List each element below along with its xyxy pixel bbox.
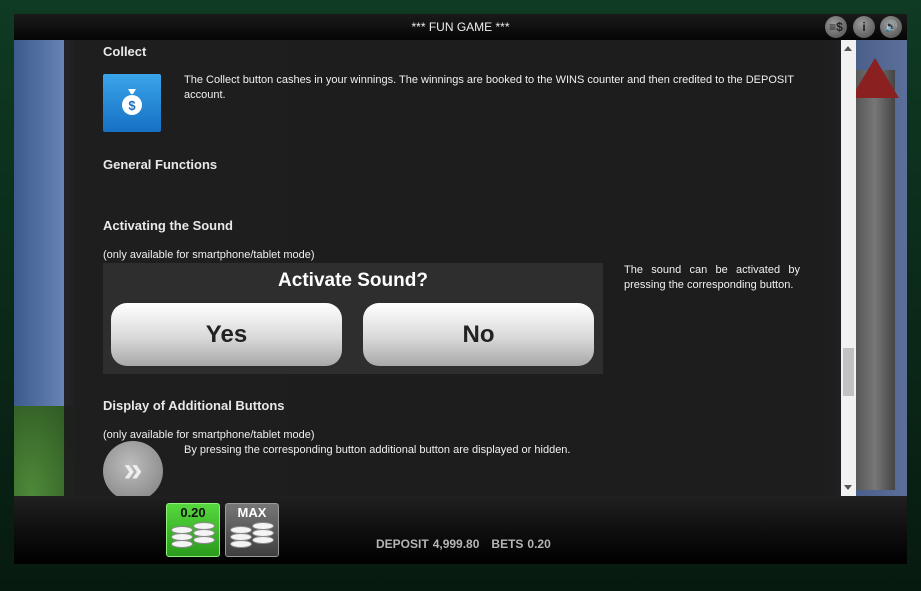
max-button-label: MAX	[237, 505, 267, 520]
additional-buttons-heading: Display of Additional Buttons	[103, 398, 285, 413]
sound-icon[interactable]: 🔊	[880, 16, 902, 38]
activate-sound-dialog: Activate Sound? Yes No	[103, 263, 603, 374]
help-scrollbar[interactable]	[841, 40, 856, 496]
svg-text:$: $	[128, 98, 136, 113]
bet-button[interactable]: 0.20	[166, 503, 220, 557]
sound-description: The sound can be activated by pressing t…	[624, 264, 800, 291]
sound-heading: Activating the Sound	[103, 218, 233, 233]
deposit-value: 4,999.80	[432, 537, 480, 551]
chip-icon	[230, 540, 252, 548]
info-icon[interactable]: i	[853, 16, 875, 38]
general-functions-heading: General Functions	[103, 157, 218, 172]
double-chevron-icon: »	[103, 441, 163, 496]
sound-yes-button[interactable]: Yes	[111, 303, 342, 366]
castle-image	[855, 70, 895, 490]
max-bet-button[interactable]: MAX	[225, 503, 279, 557]
title-bar: *** FUN GAME *** ≡$ i 🔊	[14, 14, 907, 40]
status-line: DEPOSIT 4,999.80 BETS 0.20	[376, 537, 555, 551]
more-buttons-icon: »	[103, 441, 163, 496]
money-bag-icon: $	[122, 89, 142, 115]
scroll-up-icon[interactable]	[844, 46, 852, 51]
chip-icon	[252, 536, 274, 544]
sound-note: (only available for smartphone/tablet mo…	[103, 249, 315, 261]
sound-no-button[interactable]: No	[363, 303, 594, 366]
deposit-label: DEPOSIT	[376, 537, 429, 551]
scrollbar-thumb[interactable]	[843, 348, 854, 396]
window-title: *** FUN GAME ***	[411, 20, 510, 34]
chip-icon	[193, 536, 215, 544]
bets-value: 0.20	[527, 537, 551, 551]
collect-icon: $	[103, 74, 161, 132]
chip-icon	[171, 540, 193, 548]
bets-label: BETS	[491, 537, 524, 551]
scroll-down-icon[interactable]	[844, 485, 852, 490]
additional-buttons-description: By pressing the corresponding button add…	[184, 444, 571, 456]
bet-button-label: 0.20	[180, 505, 206, 520]
collect-description: The Collect button cashes in your winnin…	[184, 74, 794, 101]
activate-sound-title: Activate Sound?	[278, 270, 428, 291]
bottom-bar: 0.20 MAX DEPOSIT 4,999.80 BETS 0.20	[14, 496, 907, 564]
castle-roof-image	[851, 58, 899, 98]
collect-heading: Collect	[103, 44, 147, 59]
paytable-icon[interactable]: ≡$	[825, 16, 847, 38]
